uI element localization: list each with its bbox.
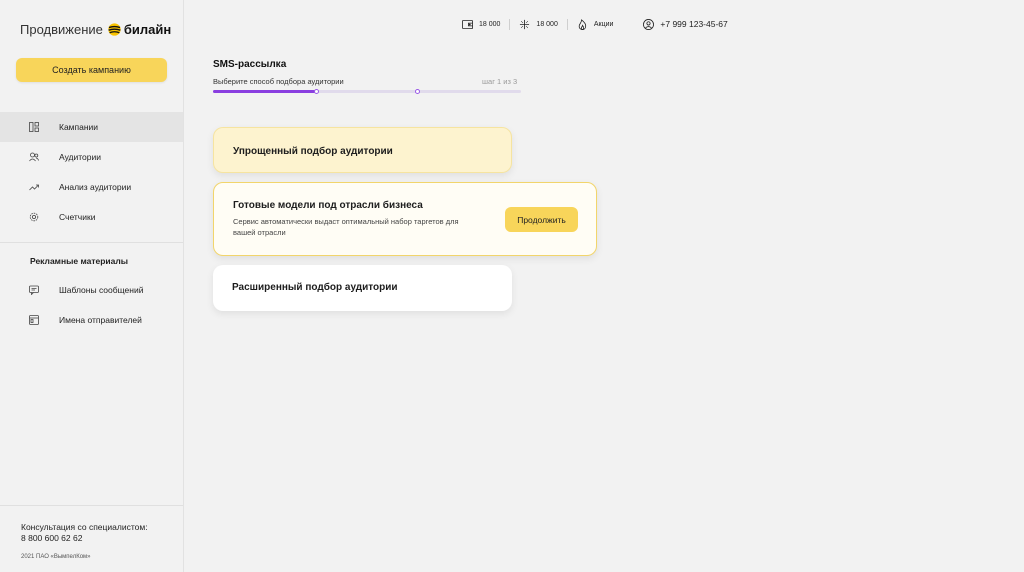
promo-link[interactable]: Акции (577, 18, 614, 30)
bonus-amount: 18 000 (536, 20, 558, 28)
divider (509, 18, 511, 30)
sidebar-item-counters[interactable]: Счетчики (0, 202, 183, 232)
step-indicator: шаг 1 из 3 (482, 77, 518, 86)
sidebar: Продвижение билайн Создать кампанию Камп… (0, 0, 184, 572)
logo-brand: билайн (108, 22, 171, 37)
profile-phone: +7 999 123-45-67 (660, 19, 728, 29)
sidebar-item-label: Аудитории (59, 152, 101, 162)
gear-icon (29, 212, 39, 222)
progress-step-dot (415, 89, 420, 94)
user-circle-icon (643, 18, 655, 30)
progress-fill (213, 90, 315, 93)
copyright: 2021 ПАО «ВымпелКом» (21, 554, 91, 560)
sidebar-item-label: Шаблоны сообщений (59, 285, 144, 295)
page-title: SMS-рассылка (213, 59, 287, 70)
sidebar-item-audience-analysis[interactable]: Анализ аудитории (0, 172, 183, 202)
users-icon (29, 152, 39, 162)
wallet-balance[interactable]: 18 000 (462, 19, 500, 30)
option-description: Сервис автоматически выдаст оптимальный … (233, 217, 459, 237)
create-campaign-button[interactable]: Создать кампанию (16, 58, 167, 82)
topbar: 18 000 18 000 Акции +7 999 123-45-67 (462, 17, 728, 31)
consultation-label: Консультация со специалистом: (21, 522, 148, 532)
divider (0, 505, 183, 506)
sidebar-item-label: Имена отправителей (59, 315, 142, 325)
sidebar-item-campaigns[interactable]: Кампании (0, 112, 183, 142)
sidebar-item-label: Анализ аудитории (59, 182, 132, 192)
sidebar-nav: Кампании Аудитории Анализ аудитории Счет… (0, 112, 183, 232)
option-simple-audience[interactable]: Упрощенный подбор аудитории (213, 127, 512, 173)
chart-trend-icon (29, 182, 39, 192)
profile[interactable]: +7 999 123-45-67 (643, 18, 728, 30)
beeline-logo-icon (108, 22, 121, 36)
bonus-balance[interactable]: 18 000 (519, 19, 558, 30)
sidebar-item-label: Счетчики (59, 212, 96, 222)
materials-nav: Шаблоны сообщений Имена отправителей (0, 275, 183, 335)
option-advanced-audience[interactable]: Расширенный подбор аудитории (213, 265, 512, 311)
option-title: Расширенный подбор аудитории (232, 282, 398, 293)
progress-step-dot (314, 89, 319, 94)
section-title-materials: Рекламные материалы (30, 256, 129, 266)
promo-label: Акции (593, 20, 614, 28)
flame-icon (578, 18, 586, 30)
sidebar-item-label: Кампании (59, 122, 99, 132)
option-title: Готовые модели под отрасли бизнеса (233, 200, 423, 211)
sidebar-item-message-templates[interactable]: Шаблоны сообщений (0, 275, 183, 305)
sidebar-item-audiences[interactable]: Аудитории (0, 142, 183, 172)
consultation-phone[interactable]: 8 800 600 62 62 (21, 533, 148, 544)
consultation-info: Консультация со специалистом: 8 800 600 … (21, 522, 148, 544)
progress-bar (213, 89, 521, 94)
logo[interactable]: Продвижение билайн (20, 20, 171, 38)
option-industry-models[interactable]: Готовые модели под отрасли бизнеса Серви… (213, 182, 597, 256)
message-icon (29, 285, 39, 295)
continue-button[interactable]: Продолжить (505, 207, 578, 232)
divider (566, 18, 568, 30)
campaigns-icon (29, 122, 39, 132)
wallet-icon (462, 19, 473, 29)
sidebar-item-sender-names[interactable]: Имена отправителей (0, 305, 183, 335)
option-title: Упрощенный подбор аудитории (233, 146, 393, 157)
logo-brand-text: билайн (123, 21, 172, 37)
page-subtitle: Выберите способ подбора аудитории (213, 77, 344, 86)
divider (0, 242, 183, 243)
logo-text: Продвижение (20, 21, 103, 37)
sparkle-icon (520, 19, 530, 29)
sender-icon (29, 315, 39, 325)
wallet-amount: 18 000 (479, 20, 501, 28)
